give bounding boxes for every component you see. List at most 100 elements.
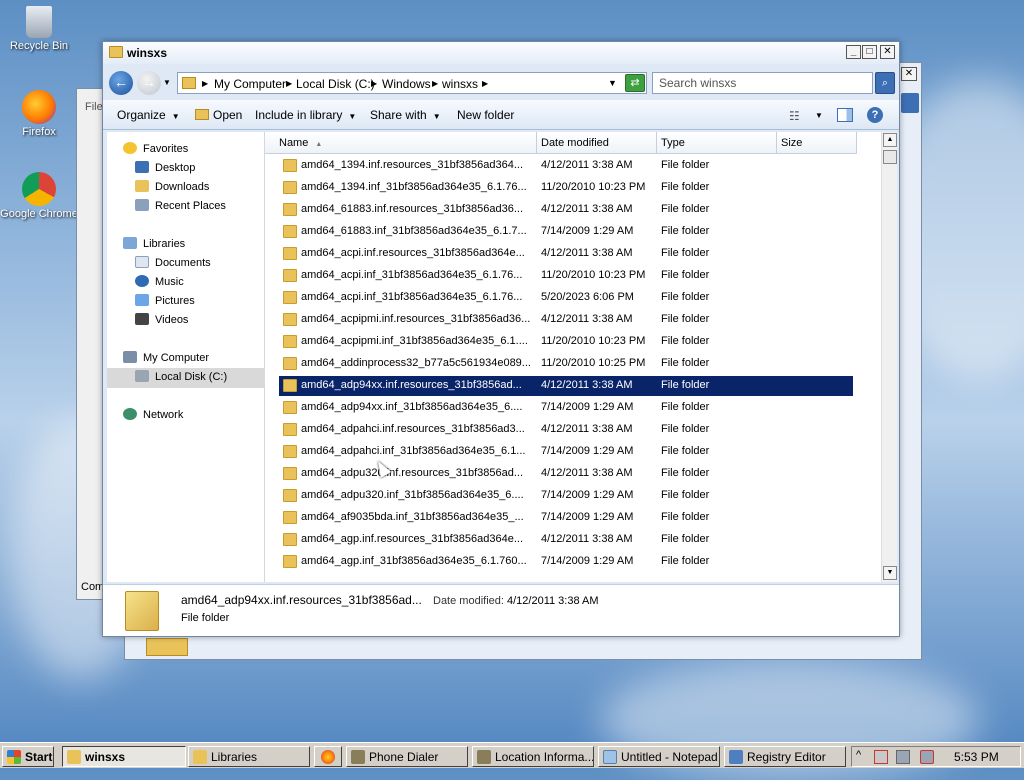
folder-icon [283, 555, 297, 568]
nav-music[interactable]: Music [135, 275, 184, 288]
close-button[interactable]: ✕ [880, 45, 895, 59]
table-row[interactable]: amd64_1394.inf.resources_31bf3856ad364..… [279, 156, 853, 176]
column-header-name[interactable]: Name ▲ [265, 132, 537, 154]
refresh-button[interactable]: ⇄ [625, 74, 645, 92]
breadcrumb-winsxs[interactable]: winsxs [442, 77, 478, 91]
show-hidden-icons-icon[interactable]: ^ [856, 749, 861, 761]
organize-button[interactable]: Organize ▼ [117, 108, 180, 122]
desktop-icon-firefox[interactable]: Firefox [0, 90, 78, 138]
nav-my-computer[interactable]: My Computer [123, 351, 209, 364]
drive-icon [135, 370, 149, 382]
column-header-date[interactable]: Date modified [537, 132, 657, 154]
file-date: 7/14/2009 1:29 AM [541, 511, 634, 523]
breadcrumb-separator-icon[interactable]: ▶ [482, 79, 488, 88]
help-icon[interactable]: ? [867, 107, 883, 123]
background-window-close-button[interactable]: ✕ [901, 67, 917, 81]
scroll-up-arrow-icon[interactable]: ▲ [883, 133, 897, 147]
breadcrumb-windows[interactable]: Windows [382, 77, 431, 91]
search-icon[interactable]: ⌕ [875, 72, 895, 94]
nav-pictures[interactable]: Pictures [135, 294, 195, 307]
file-type: File folder [661, 247, 710, 259]
table-row[interactable]: amd64_adpahci.inf_31bf3856ad364e35_6.1..… [279, 442, 853, 462]
minimize-button[interactable]: _ [846, 45, 861, 59]
table-row[interactable]: amd64_acpipmi.inf_31bf3856ad364e35_6.1..… [279, 332, 853, 352]
table-row[interactable]: amd64_1394.inf_31bf3856ad364e35_6.1.76..… [279, 178, 853, 198]
column-size-label: Size [781, 137, 803, 149]
forward-button[interactable]: → [137, 71, 161, 95]
file-type: File folder [661, 423, 710, 435]
network-status-icon[interactable] [896, 750, 910, 764]
breadcrumb-separator-icon[interactable]: ▶ [371, 79, 377, 88]
table-row[interactable]: amd64_af9035bda.inf_31bf3856ad364e35_...… [279, 508, 853, 528]
nav-local-disk[interactable]: Local Disk (C:) [107, 368, 265, 388]
preview-pane-icon[interactable] [837, 108, 853, 122]
column-header-size[interactable]: Size [777, 132, 857, 154]
table-row[interactable]: amd64_agp.inf.resources_31bf3856ad364e..… [279, 530, 853, 550]
breadcrumb-my-computer[interactable]: My Computer [214, 77, 286, 91]
clock[interactable]: 5:53 PM [954, 750, 999, 764]
scroll-thumb[interactable] [883, 150, 897, 164]
table-row[interactable]: amd64_acpi.inf_31bf3856ad364e35_6.1.76..… [279, 288, 853, 308]
view-options-icon[interactable]: ☷ [789, 109, 800, 123]
table-row[interactable]: amd64_addinprocess32_b77a5c561934e089...… [279, 354, 853, 374]
include-in-library-button[interactable]: Include in library ▼ [255, 108, 356, 122]
libraries-icon [123, 237, 137, 249]
nav-recent-places[interactable]: Recent Places [135, 199, 226, 212]
recycle-bin-icon [26, 6, 52, 38]
table-row[interactable]: amd64_adpu320.inf_31bf3856ad364e35_6....… [279, 486, 853, 506]
table-row[interactable]: amd64_acpi.inf_31bf3856ad364e35_6.1.76..… [279, 266, 853, 286]
vertical-scrollbar[interactable]: ▲ ▼ [881, 132, 897, 582]
nav-desktop[interactable]: Desktop [135, 161, 195, 174]
nav-downloads[interactable]: Downloads [135, 180, 209, 193]
nav-videos[interactable]: Videos [135, 313, 188, 326]
table-row[interactable]: amd64_adp94xx.inf_31bf3856ad364e35_6....… [279, 398, 853, 418]
table-row[interactable]: amd64_agp.inf_31bf3856ad364e35_6.1.760..… [279, 552, 853, 572]
explorer-window[interactable]: winsxs _ □ ✕ ← → ▼ ▶ My Computer ▶ Local… [102, 41, 900, 637]
table-row[interactable]: amd64_adpahci.inf.resources_31bf3856ad3.… [279, 420, 853, 440]
new-folder-button[interactable]: New folder [457, 108, 514, 122]
nav-label: Network [143, 409, 184, 421]
table-row[interactable]: amd64_adp94xx.inf.resources_31bf3856ad..… [279, 376, 853, 396]
volume-icon[interactable] [920, 750, 934, 764]
details-pane: amd64_adp94xx.inf.resources_31bf3856ad..… [103, 584, 899, 636]
background-window-search-button[interactable] [901, 93, 919, 113]
breadcrumb-separator-icon[interactable]: ▶ [432, 79, 438, 88]
maximize-button[interactable]: □ [862, 45, 877, 59]
desktop-icon-recycle-bin[interactable]: Recycle Bin [0, 6, 78, 52]
taskbar-button-winsxs[interactable]: winsxs [62, 746, 186, 767]
table-row[interactable]: amd64_acpi.inf.resources_31bf3856ad364e.… [279, 244, 853, 264]
breadcrumb-local-disk[interactable]: Local Disk (C:) [296, 77, 375, 91]
nav-libraries[interactable]: Libraries [123, 237, 185, 250]
breadcrumb-separator-icon[interactable]: ▶ [286, 79, 292, 88]
table-row[interactable]: amd64_adpu320.inf.resources_31bf3856ad..… [279, 464, 853, 484]
start-button[interactable]: Start [2, 746, 54, 767]
taskbar-button-phone-dialer[interactable]: Phone Dialer [346, 746, 468, 767]
table-row[interactable]: amd64_acpipmi.inf.resources_31bf3856ad36… [279, 310, 853, 330]
nav-network[interactable]: Network [123, 408, 183, 421]
scroll-down-arrow-icon[interactable]: ▼ [883, 566, 897, 580]
taskbar-button-registry-editor[interactable]: Registry Editor [724, 746, 846, 767]
column-header-type[interactable]: Type [657, 132, 777, 154]
taskbar-button-location-information[interactable]: Location Informa... [472, 746, 594, 767]
breadcrumb-separator-icon[interactable]: ▶ [202, 79, 208, 88]
title-bar[interactable]: winsxs _ □ ✕ [103, 42, 899, 64]
share-with-button[interactable]: Share with ▼ [370, 108, 441, 122]
address-box[interactable]: ▶ My Computer ▶ Local Disk (C:) ▶ Window… [177, 72, 647, 94]
view-options-chevron-icon[interactable]: ▼ [815, 111, 823, 120]
table-row[interactable]: amd64_61883.inf.resources_31bf3856ad36..… [279, 200, 853, 220]
recent-pages-chevron-icon[interactable]: ▼ [163, 78, 171, 87]
search-input[interactable]: Search winsxs [652, 72, 873, 94]
action-center-icon[interactable] [874, 750, 888, 764]
taskbar-button-firefox[interactable] [314, 746, 342, 767]
address-dropdown-icon[interactable]: ▼ [608, 78, 617, 88]
desktop-icon-chrome[interactable]: Google Chrome [0, 172, 78, 220]
file-name: amd64_agp.inf_31bf3856ad364e35_6.1.760..… [301, 555, 527, 567]
taskbar-button-libraries[interactable]: Libraries [188, 746, 310, 767]
nav-favorites[interactable]: Favorites [123, 142, 188, 155]
back-button[interactable]: ← [109, 71, 133, 95]
open-button[interactable]: Open [195, 108, 242, 122]
folder-icon [283, 291, 297, 304]
table-row[interactable]: amd64_61883.inf_31bf3856ad364e35_6.1.7..… [279, 222, 853, 242]
taskbar-button-notepad[interactable]: Untitled - Notepad [598, 746, 720, 767]
nav-documents[interactable]: Documents [135, 256, 211, 269]
